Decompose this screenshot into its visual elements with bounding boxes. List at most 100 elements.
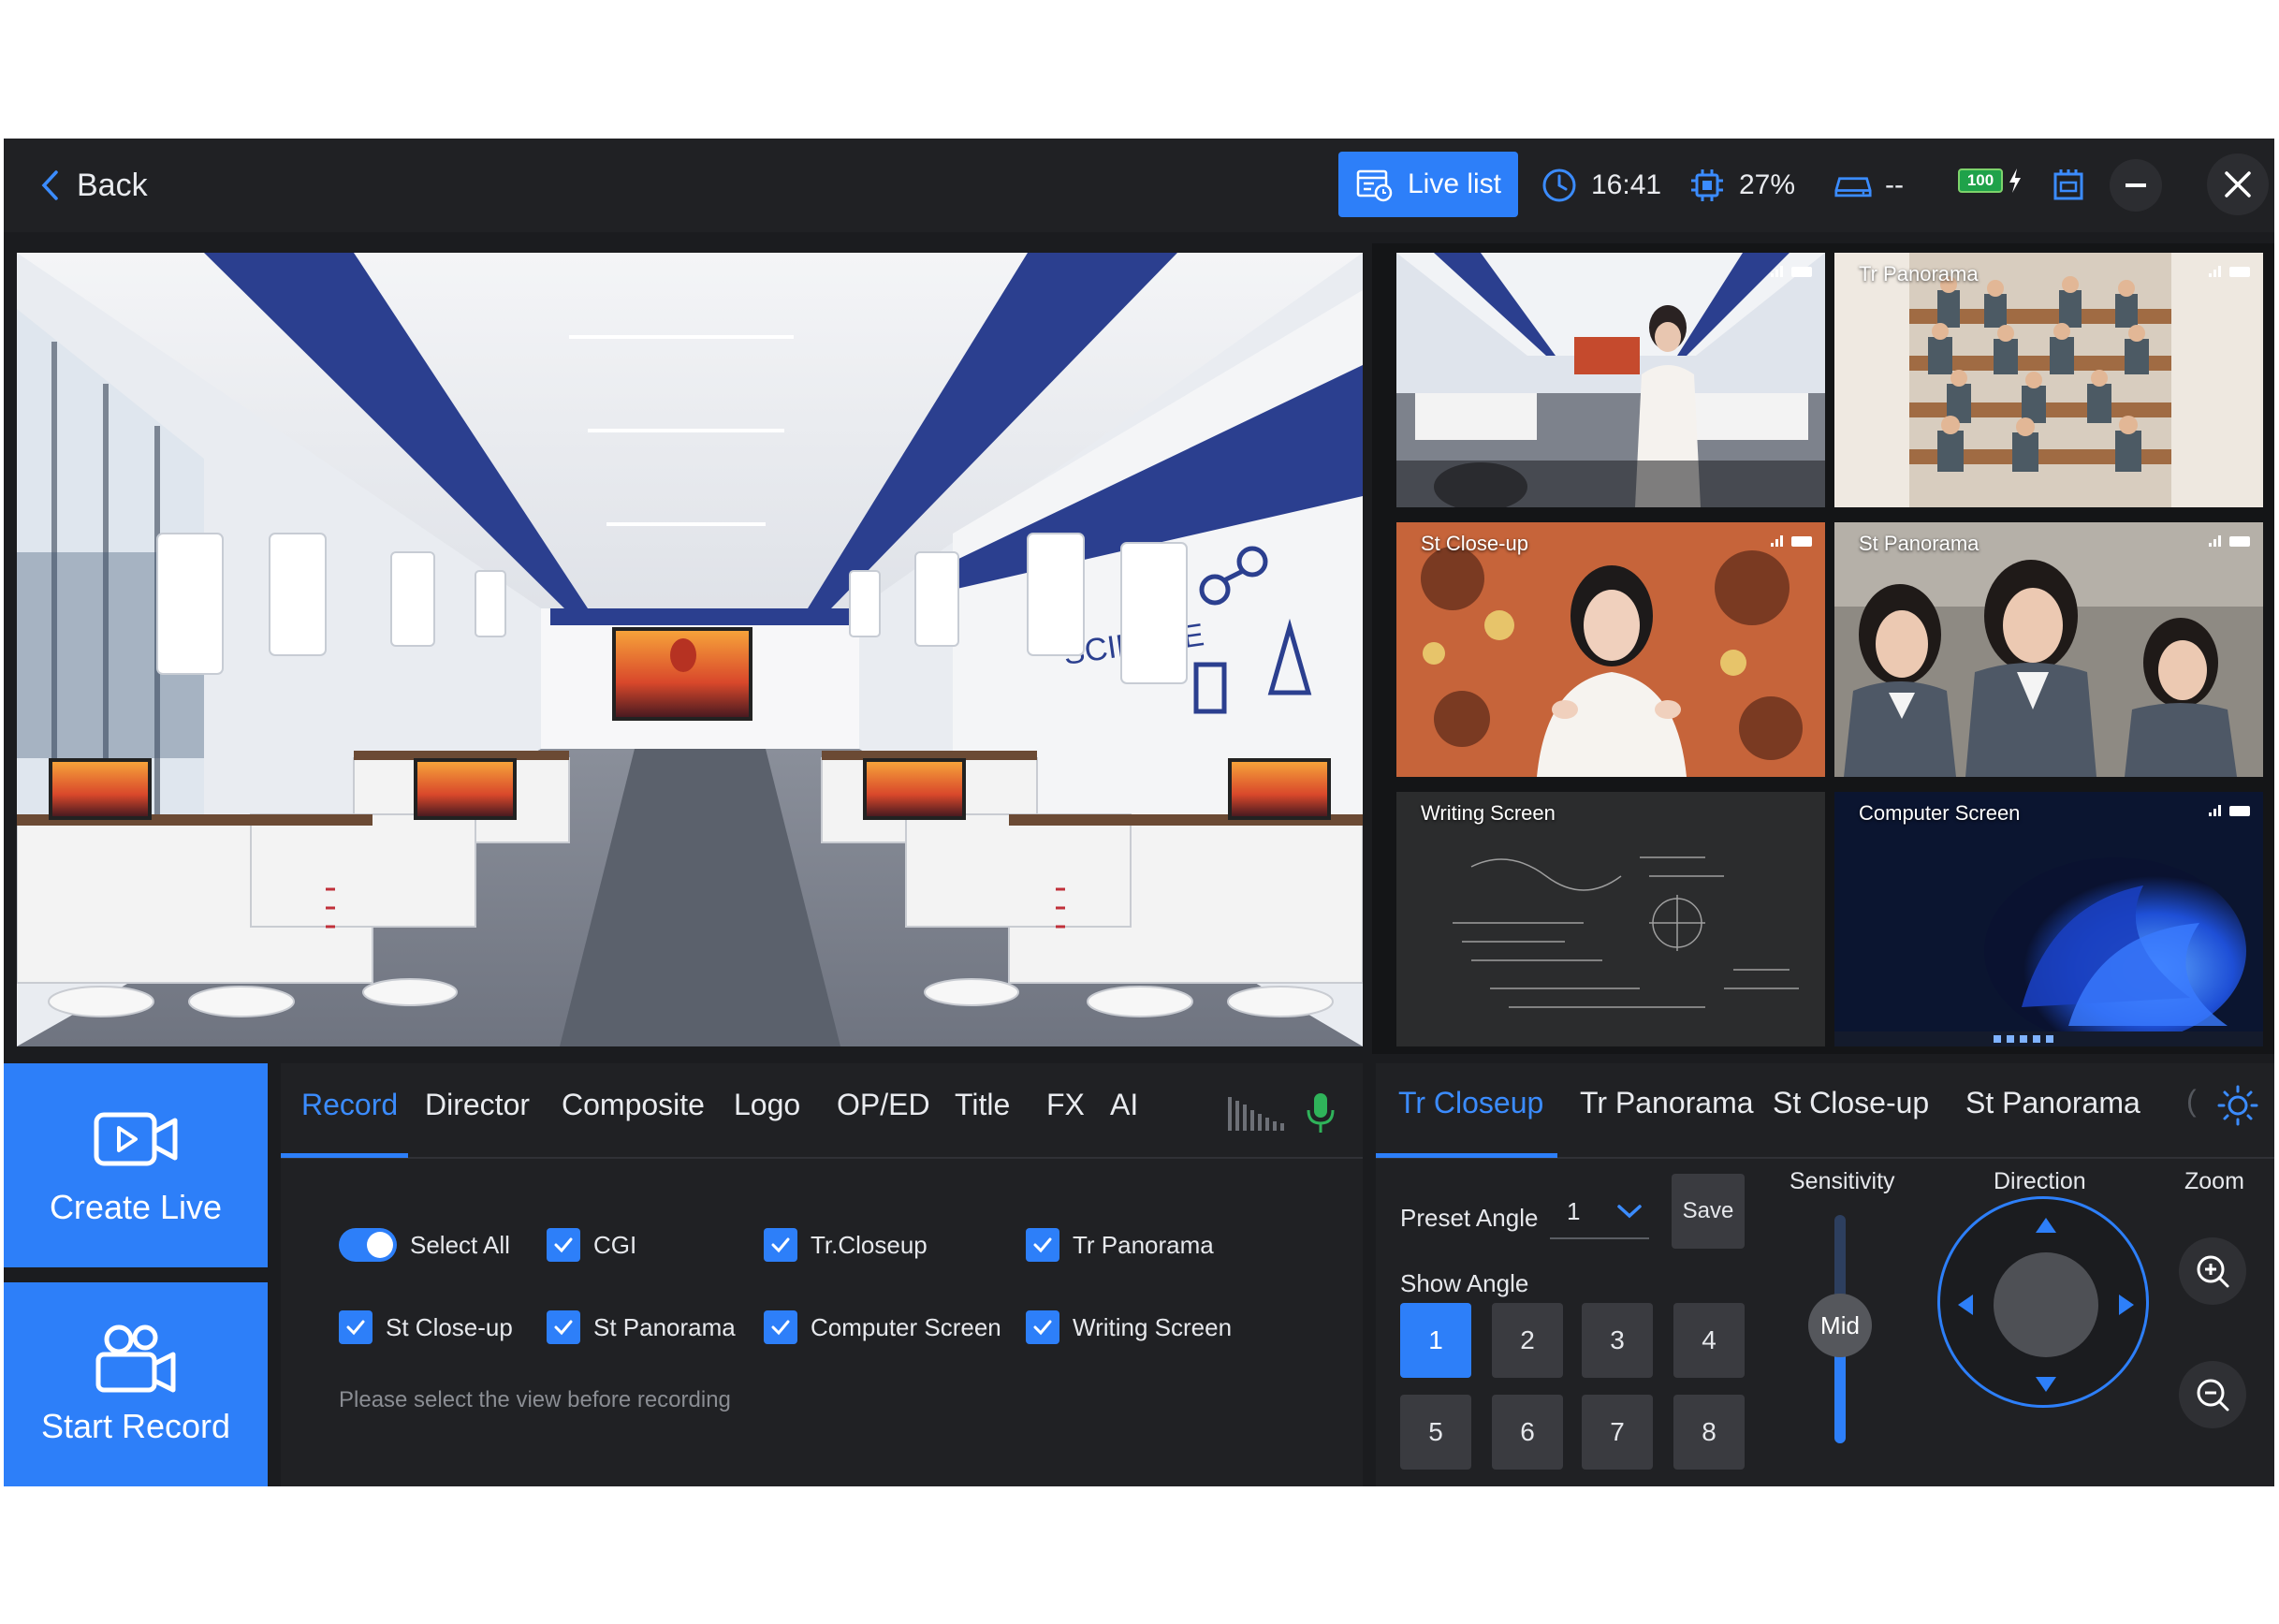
sd-card-icon[interactable] [2050,167,2087,204]
students-stairs-image [1834,253,2263,507]
checkmark-icon [1026,1310,1059,1344]
angle-button-5[interactable]: 5 [1400,1395,1471,1470]
checkbox-computer-screen[interactable]: Computer Screen [764,1310,1001,1344]
checkbox-tr-panorama[interactable]: Tr Panorama [1026,1228,1214,1262]
checkbox-label: Computer Screen [811,1312,1001,1341]
angle-button-8[interactable]: 8 [1673,1395,1745,1470]
preset-angle-dropdown[interactable]: 1 [1550,1185,1649,1239]
thumb-battery-icon [2229,806,2250,816]
tab-op-ed[interactable]: OP/ED [837,1088,930,1122]
signal-icon [2209,805,2221,816]
angle-button-4[interactable]: 4 [1673,1303,1745,1378]
arrow-down-icon[interactable] [2034,1371,2058,1396]
preset-angle-label: Preset Angle [1400,1204,1539,1232]
checkbox-writing-screen[interactable]: Writing Screen [1026,1310,1232,1344]
microphone-icon[interactable] [1307,1093,1335,1133]
thumbnail-st-close-up[interactable]: St Close-up [1396,522,1825,777]
thumbnail-tr-panorama[interactable]: Tr Panorama [1834,253,2263,507]
save-preset-button[interactable]: Save [1672,1174,1745,1249]
checkmark-icon [547,1228,580,1262]
thumb-battery-icon [1791,267,1812,277]
checkbox-label: Writing Screen [1073,1312,1233,1341]
zoom-in-button[interactable] [2179,1237,2246,1305]
angle-button-1[interactable]: 1 [1400,1303,1471,1378]
storage-status: -- [1834,159,1904,212]
active-tab-indicator [1376,1153,1557,1158]
tab-record[interactable]: Record [301,1088,398,1122]
settings-sun-icon[interactable] [2216,1084,2259,1127]
signal-indicator [2209,264,2250,277]
angle-button-2[interactable]: 2 [1492,1303,1563,1378]
minimize-button[interactable] [2110,159,2162,212]
camera-tab-bar: Tr Closeup Tr Panorama St Close-up St Pa… [1376,1063,2274,1159]
checkbox-st-panorama[interactable]: St Panorama [547,1310,736,1344]
zoom-label: Zoom [2184,1168,2244,1194]
checkmark-icon [547,1310,580,1344]
chalkboard-image [1396,792,1825,1046]
angle-button-7[interactable]: 7 [1582,1395,1653,1470]
signal-icon [1771,266,1783,277]
create-live-button[interactable]: Create Live [4,1063,268,1267]
tab-director[interactable]: Director [425,1088,530,1122]
tab-title[interactable]: Title [955,1088,1010,1122]
select-all-toggle[interactable]: Select All [339,1228,510,1262]
cpu-icon [1691,169,1723,201]
zoom-out-icon [2197,1379,2229,1412]
camera-control-panel: Tr Closeup Tr Panorama St Close-up St Pa… [1376,1063,2274,1486]
start-record-button[interactable]: Start Record [4,1282,268,1486]
video-camera-icon [94,1112,178,1166]
checkbox-label: St Close-up [386,1312,513,1341]
sensitivity-label: Sensitivity [1790,1168,1895,1194]
tab-ai[interactable]: AI [1110,1088,1138,1122]
thumbnail-label: St Panorama [1859,532,1980,555]
checkbox-tr-closeup[interactable]: Tr.Closeup [764,1228,928,1262]
checkbox-cgi[interactable]: CGI [547,1228,636,1262]
tab-st-close-up[interactable]: St Close-up [1773,1086,1929,1120]
tab-fx[interactable]: FX [1046,1088,1085,1122]
arrow-right-icon[interactable] [2114,1293,2139,1317]
live-list-button[interactable]: Live list [1338,152,1518,217]
toggle-switch[interactable] [339,1228,397,1262]
angle-button-3[interactable]: 3 [1582,1303,1653,1378]
checkbox-label: St Panorama [593,1312,736,1341]
preset-angle-value: 1 [1567,1196,1581,1225]
record-tab-bar: Record Director Composite Logo OP/ED Tit… [281,1063,1363,1159]
thumbnail-st-panorama[interactable]: St Panorama [1834,522,2263,777]
sensitivity-slider-thumb[interactable]: Mid [1808,1294,1872,1357]
back-button[interactable]: Back [39,163,148,208]
signal-icon [1771,535,1783,547]
main-preview[interactable]: SCIENCE [17,253,1363,1046]
arrow-left-icon[interactable] [1953,1293,1978,1317]
thumbnail-label: Writing Screen [1421,801,1556,825]
checkbox-st-close-up[interactable]: St Close-up [339,1310,513,1344]
minimize-icon [2126,183,2146,187]
thumb-battery-icon [2229,536,2250,547]
zoom-out-button[interactable] [2179,1361,2246,1428]
tab-tr-closeup[interactable]: Tr Closeup [1398,1086,1543,1120]
tab-st-panorama[interactable]: St Panorama [1965,1086,2140,1120]
back-label: Back [77,167,148,203]
tab-tr-panorama[interactable]: Tr Panorama [1580,1086,1754,1120]
live-list-label: Live list [1407,168,1502,199]
checkmark-icon [764,1310,797,1344]
battery-value: 100 [1966,171,1994,189]
tab-logo[interactable]: Logo [734,1088,800,1122]
chevron-down-icon [1617,1205,1642,1219]
thumbnail-computer-screen[interactable]: Computer Screen [1834,792,2263,1046]
close-icon [2225,171,2251,198]
live-list-icon [1356,169,1393,202]
angle-button-6[interactable]: 6 [1492,1395,1563,1470]
close-button[interactable] [2207,154,2269,215]
thumbnail-writing-screen[interactable]: Writing Screen [1396,792,1825,1046]
classroom-preview-image: SCIENCE [17,253,1363,1046]
thumbnail-tr-closeup[interactable] [1396,253,1825,507]
arrow-up-icon[interactable] [2034,1214,2058,1238]
tab-composite[interactable]: Composite [562,1088,705,1122]
thumbnail-label: St Close-up [1421,532,1528,555]
tab-overflow-icon[interactable]: ( [2186,1084,2197,1119]
checkbox-label: CGI [593,1230,637,1259]
joystick-knob[interactable] [1994,1252,2098,1357]
direction-joystick[interactable] [1937,1196,2149,1408]
time-value: 16:41 [1591,169,1662,200]
battery-icon: 100 [1958,168,2003,193]
